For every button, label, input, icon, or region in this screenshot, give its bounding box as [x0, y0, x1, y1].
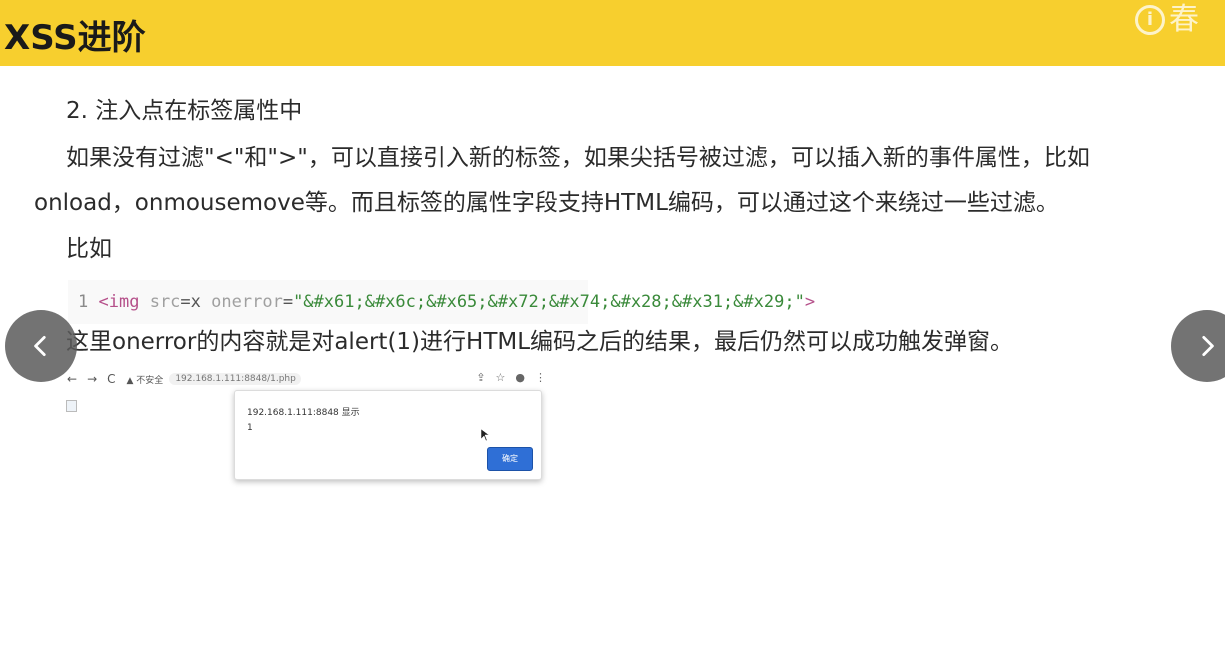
broken-image-icon — [66, 400, 77, 412]
alert-dialog: 192.168.1.111:8848 显示 1 确定 — [234, 390, 542, 480]
reload-icon: C — [107, 372, 116, 386]
brand-watermark-text: 春 — [1169, 2, 1199, 37]
code-onerror-value: "&#x61;&#x6c;&#x65;&#x72;&#x74;&#x28;&#x… — [293, 292, 805, 312]
code-equals: = — [282, 292, 294, 312]
code-snippet: 1 <img src=x onerror="&#x61;&#x6c;&#x65;… — [68, 280, 815, 324]
browser-screenshot: ← → C ▲ 不安全 192.168.1.111:8848/1.php ⇪ ☆… — [62, 368, 552, 488]
paragraph-line-1: 如果没有过滤"<"和">"，可以直接引入新的标签，如果尖括号被过滤，可以插入新的… — [66, 145, 1090, 171]
page-title: XSS进阶 — [4, 18, 146, 58]
mouse-cursor-icon — [481, 429, 489, 441]
address-bar: 192.168.1.111:8848/1.php — [169, 373, 302, 385]
star-icon: ☆ — [495, 371, 506, 384]
dialog-title: 192.168.1.111:8848 显示 — [247, 408, 360, 418]
forward-arrow-icon: → — [87, 372, 98, 386]
back-arrow-icon: ← — [67, 372, 78, 386]
share-icon: ⇪ — [476, 371, 486, 384]
extension-icon: ● — [515, 371, 525, 384]
insecure-warning: ▲ 不安全 — [126, 375, 164, 386]
brand-logo-icon: i — [1135, 5, 1165, 35]
code-line-number: 1 — [78, 292, 89, 312]
prev-slide-button[interactable] — [5, 310, 77, 382]
code-src-value: =x — [180, 292, 201, 312]
code-attr-onerror: onerror — [211, 292, 283, 312]
header-bar: XSS进阶 i 春 — [0, 0, 1225, 66]
menu-dots-icon: ⋮ — [535, 371, 546, 384]
code-tag-close: > — [804, 292, 816, 312]
brand-watermark: i 春 — [1135, 2, 1225, 38]
browser-toolbar: ← → C ▲ 不安全 192.168.1.111:8848/1.php ⇪ ☆… — [62, 368, 552, 390]
next-slide-button[interactable] — [1171, 310, 1225, 382]
code-tag-open: <img — [98, 292, 140, 312]
section-heading: 2. 注入点在标签属性中 — [66, 98, 303, 124]
chevron-right-icon — [1202, 335, 1214, 357]
paragraph-line-2: onload，onmousemove等。而且标签的属性字段支持HTML编码，可以… — [34, 190, 1059, 216]
example-label: 比如 — [66, 236, 112, 262]
browser-actions: ⇪ ☆ ● ⋮ — [476, 371, 546, 384]
explanation-text: 这里onerror的内容就是对alert(1)进行HTML编码之后的结果，最后仍… — [66, 329, 1014, 355]
chevron-left-icon — [34, 335, 46, 357]
dialog-ok-button: 确定 — [487, 447, 533, 471]
dialog-message: 1 — [247, 423, 253, 433]
code-attr-src: src — [149, 292, 181, 312]
